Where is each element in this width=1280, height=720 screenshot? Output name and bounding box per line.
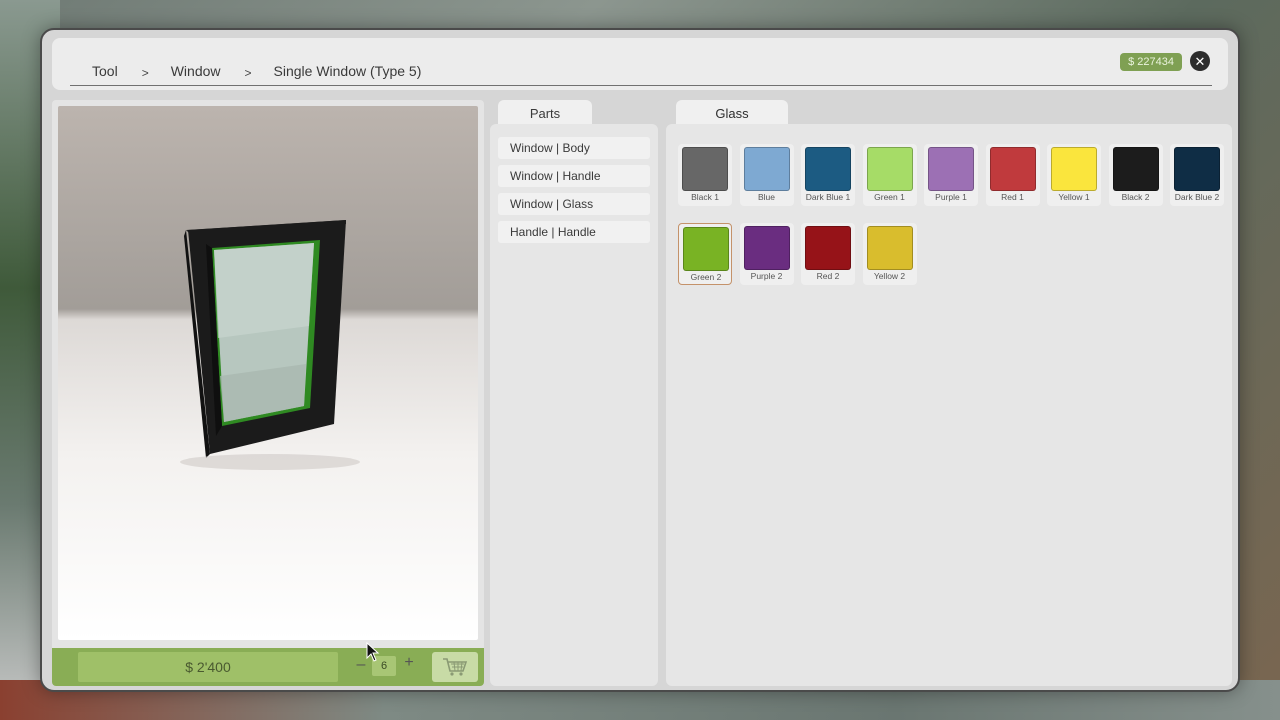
swatch-label: Blue [757, 192, 775, 202]
window-model-render [180, 220, 360, 470]
money-badge: $ 227434 [1120, 53, 1182, 71]
swatch-color [805, 147, 851, 191]
breadcrumb-current: Single Window (Type 5) [273, 62, 422, 79]
swatch-label: Yellow 2 [873, 271, 906, 281]
swatch-label: Red 2 [816, 271, 840, 281]
part-item-window-handle[interactable]: Window | Handle [498, 165, 650, 187]
minus-icon: – [356, 656, 366, 673]
preview-panel: $ 2'400 – 6 + [52, 100, 484, 686]
plus-icon: + [404, 654, 414, 671]
glass-swatch[interactable]: Black 2 [1108, 144, 1163, 206]
swatch-label: Purple 1 [935, 192, 967, 202]
swatch-label: Green 2 [690, 272, 722, 282]
breadcrumb-separator: > [141, 65, 149, 80]
parts-list: Window | Body Window | Handle Window | G… [490, 124, 658, 686]
swatch-color [1051, 147, 1097, 191]
swatch-color [928, 147, 974, 191]
glass-swatch[interactable]: Dark Blue 2 [1170, 144, 1224, 206]
swatch-color [743, 226, 790, 270]
glass-swatch[interactable]: Black 1 [678, 144, 732, 206]
mouse-cursor-icon [366, 642, 380, 662]
close-button[interactable]: ✕ [1190, 51, 1210, 71]
breadcrumb: Tool > Window > Single Window (Type 5) [70, 56, 1212, 86]
glass-swatch[interactable]: Purple 2 [739, 223, 794, 285]
glass-swatch[interactable]: Purple 1 [924, 144, 978, 206]
swatch-color [866, 226, 913, 270]
glass-swatch[interactable]: Green 2 [678, 223, 732, 285]
tab-parts[interactable]: Parts [498, 100, 592, 126]
glass-swatch[interactable]: Blue [739, 144, 794, 206]
swatch-label: Red 1 [1001, 192, 1024, 202]
shop-window: Tool > Window > Single Window (Type 5) $… [40, 28, 1240, 692]
part-item-handle-handle[interactable]: Handle | Handle [498, 221, 650, 243]
add-to-cart-button[interactable] [432, 652, 478, 682]
glass-swatch[interactable]: Yellow 2 [862, 223, 917, 285]
swatch-label: Dark Blue 2 [1174, 192, 1220, 202]
swatch-label: Yellow 1 [1058, 192, 1090, 202]
swatch-color [866, 147, 913, 191]
glass-color-grid: Black 1 Blue Dark Blue 1 Green 1 Purple 1 Red… [666, 124, 1232, 686]
price-display: $ 2'400 [78, 652, 338, 682]
swatch-color [989, 147, 1036, 191]
close-icon: ✕ [1194, 53, 1206, 69]
swatch-color [682, 147, 728, 191]
swatch-color [1174, 147, 1220, 191]
quantity-increase-button[interactable]: + [402, 654, 416, 676]
swatch-label: Black 2 [1121, 192, 1150, 202]
swatch-color [743, 147, 790, 191]
breadcrumb-separator: > [244, 65, 252, 80]
item-preview-viewport[interactable] [58, 106, 478, 640]
tab-glass[interactable]: Glass [676, 100, 788, 126]
swatch-label: Black 1 [691, 192, 719, 202]
swatch-label: Purple 2 [750, 271, 783, 281]
breadcrumb-window[interactable]: Window [149, 63, 221, 79]
header-bar: Tool > Window > Single Window (Type 5) $… [52, 38, 1228, 90]
glass-swatch[interactable]: Dark Blue 1 [801, 144, 855, 206]
swatch-color [1112, 147, 1159, 191]
glass-swatch[interactable]: Green 1 [862, 144, 917, 206]
part-item-window-body[interactable]: Window | Body [498, 137, 650, 159]
breadcrumb-tool[interactable]: Tool [70, 63, 118, 79]
swatch-color [805, 226, 851, 270]
glass-swatch[interactable]: Red 1 [985, 144, 1040, 206]
swatch-label: Dark Blue 1 [805, 192, 851, 202]
swatch-label: Green 1 [874, 192, 905, 202]
cart-icon [443, 658, 468, 676]
purchase-bar: $ 2'400 – 6 + [52, 648, 484, 686]
glass-swatch[interactable]: Yellow 1 [1047, 144, 1101, 206]
swatch-color [683, 227, 729, 271]
glass-swatch[interactable]: Red 2 [801, 223, 855, 285]
part-item-window-glass[interactable]: Window | Glass [498, 193, 650, 215]
